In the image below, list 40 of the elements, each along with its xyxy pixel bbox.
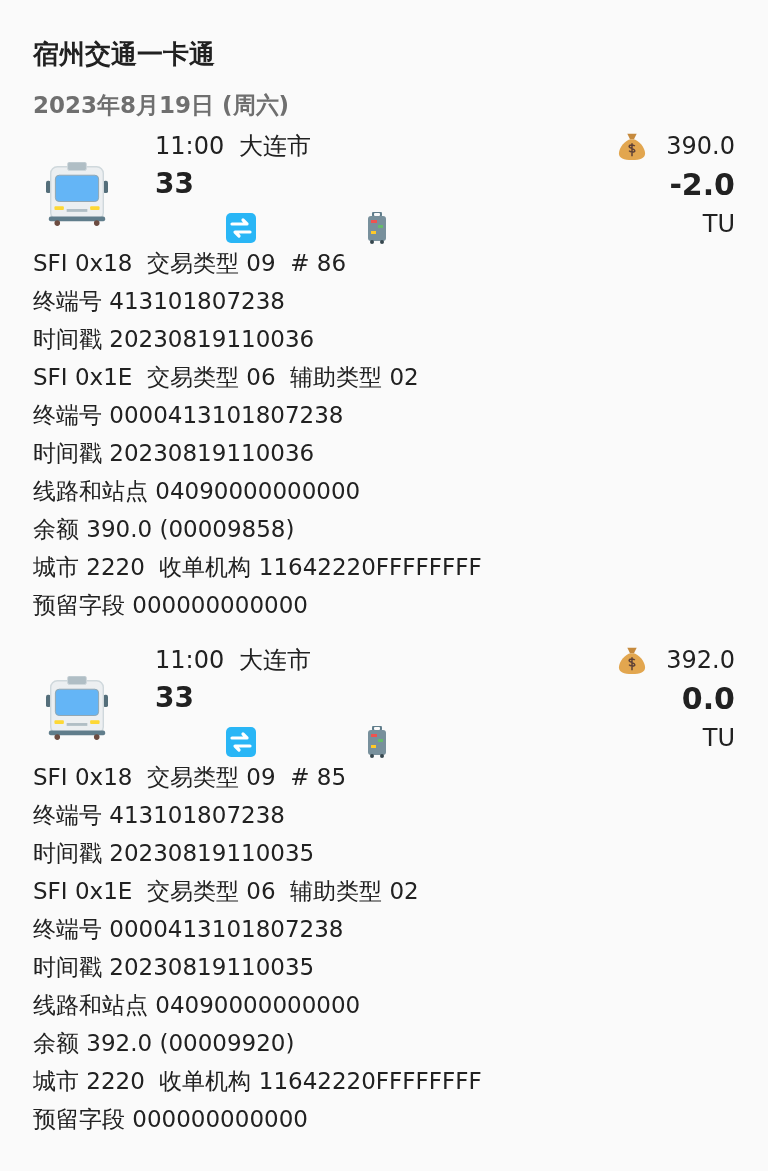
swap-arrows-icon	[225, 212, 257, 244]
suitcase-icon	[367, 726, 387, 758]
detail-line: 线路和站点 04090000000000	[33, 477, 362, 506]
money-bag-icon	[618, 131, 647, 161]
time-and-city: 11:00 大连市	[155, 131, 313, 162]
currency-unit: TU	[702, 723, 735, 754]
bus-icon	[46, 676, 108, 740]
detail-line: 时间戳 20230819110036	[33, 325, 316, 354]
detail-line: 时间戳 20230819110035	[33, 839, 316, 868]
detail-line: 终端号 0000413101807238	[33, 915, 345, 944]
detail-line: 城市 2220 收单机构 11642220FFFFFFFF	[33, 553, 483, 582]
detail-line: 城市 2220 收单机构 11642220FFFFFFFF	[33, 1067, 483, 1096]
detail-line: 终端号 413101807238	[33, 287, 286, 316]
balance-amount: 392.0	[666, 646, 735, 674]
transaction-amount: -2.0	[669, 166, 735, 204]
bus-icon	[46, 162, 108, 226]
page-title: 宿州交通一卡通	[33, 38, 216, 71]
balance-amount: 390.0	[666, 132, 735, 160]
route-number: 33	[155, 680, 195, 716]
detail-line: 预留字段 000000000000	[33, 591, 309, 620]
detail-line: 余额 392.0 (00009920)	[33, 1029, 296, 1058]
detail-line: 终端号 0000413101807238	[33, 401, 345, 430]
time-and-city: 11:00 大连市	[155, 645, 313, 676]
detail-line: SFI 0x1E 交易类型 06 辅助类型 02	[33, 877, 420, 906]
detail-line: SFI 0x1E 交易类型 06 辅助类型 02	[33, 363, 420, 392]
detail-line: 预留字段 000000000000	[33, 1105, 309, 1134]
detail-line: 线路和站点 04090000000000	[33, 991, 362, 1020]
swap-arrows-icon	[225, 726, 257, 758]
money-bag-icon	[618, 645, 647, 675]
date-heading: 2023年8月19日 (周六)	[33, 91, 291, 120]
detail-line: 余额 390.0 (00009858)	[33, 515, 296, 544]
suitcase-icon	[367, 212, 387, 244]
transaction-amount: 0.0	[681, 680, 735, 718]
detail-line: 时间戳 20230819110035	[33, 953, 316, 982]
route-number: 33	[155, 166, 195, 202]
currency-unit: TU	[702, 209, 735, 240]
detail-line: 时间戳 20230819110036	[33, 439, 316, 468]
detail-line: SFI 0x18 交易类型 09 # 85	[33, 763, 348, 792]
detail-line: SFI 0x18 交易类型 09 # 86	[33, 249, 348, 278]
detail-line: 终端号 413101807238	[33, 801, 286, 830]
